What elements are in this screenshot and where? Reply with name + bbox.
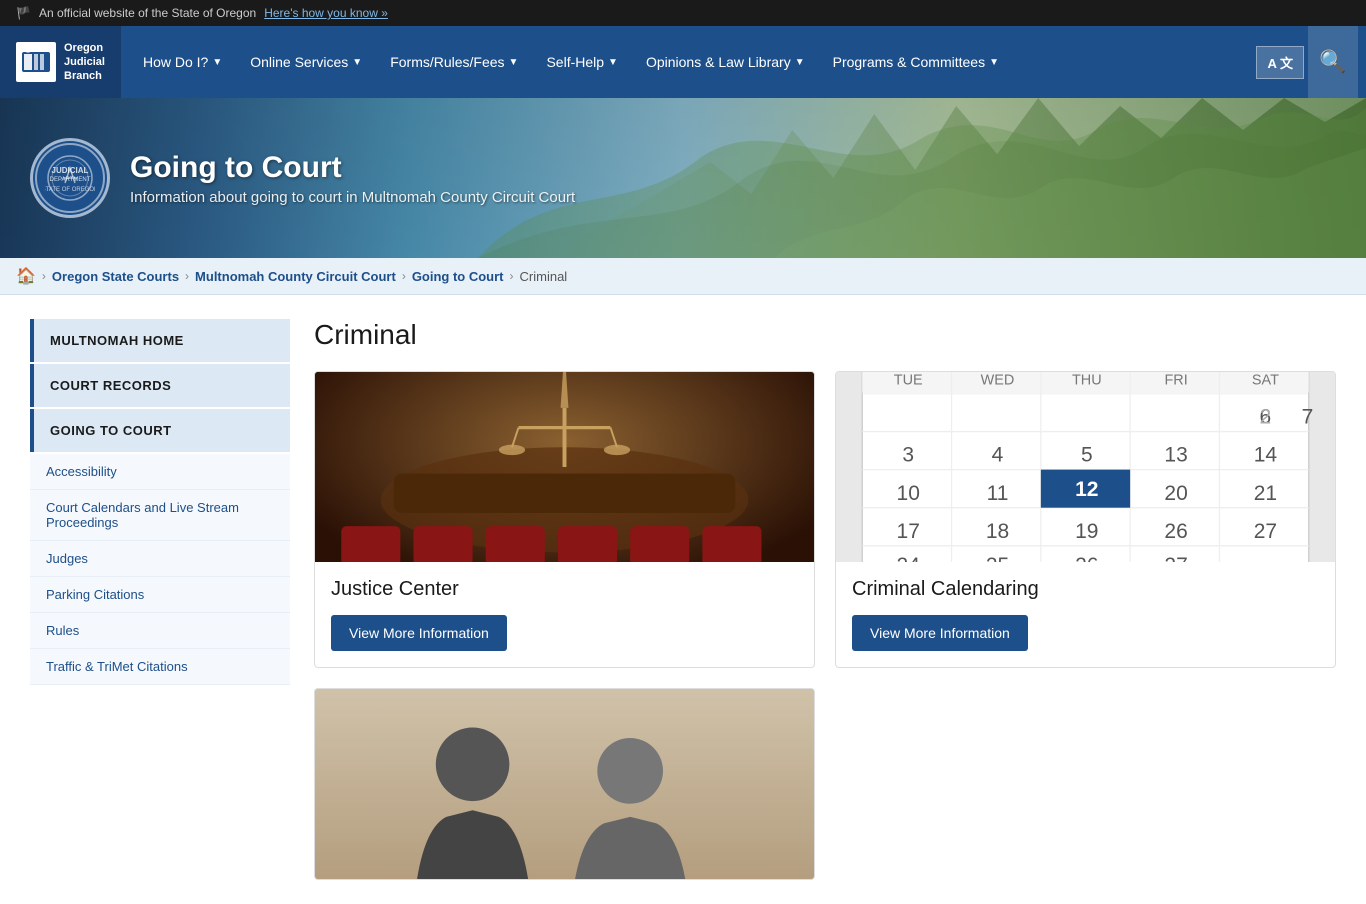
hero-title: Going to Court [130, 151, 575, 185]
chevron-down-icon: ▼ [795, 57, 805, 68]
svg-text:7: 7 [1302, 406, 1314, 429]
breadcrumb-multnomah[interactable]: Multnomah County Circuit Court [195, 269, 396, 284]
justice-center-btn[interactable]: View More Information [331, 615, 507, 651]
svg-text:WED: WED [981, 372, 1015, 388]
logo-area[interactable]: Oregon Judicial Branch [0, 26, 121, 98]
justice-center-title: Justice Center [331, 578, 798, 601]
search-icon: 🔍 [1319, 49, 1346, 75]
nav-online-services[interactable]: Online Services ▼ [236, 26, 376, 98]
nav-forms[interactable]: Forms/Rules/Fees ▼ [376, 26, 532, 98]
sidebar-rules[interactable]: Rules [30, 613, 290, 649]
chevron-down-icon: ▼ [212, 57, 222, 68]
svg-text:26: 26 [1075, 554, 1098, 562]
breadcrumb-sep-2: › [402, 269, 406, 283]
svg-text:13: 13 [1164, 444, 1187, 467]
svg-text:TUE: TUE [894, 372, 923, 388]
sidebar-traffic-trimet[interactable]: Traffic & TriMet Citations [30, 649, 290, 685]
justice-center-body: Justice Center View More Information [315, 562, 814, 667]
nav-opinions[interactable]: Opinions & Law Library ▼ [632, 26, 819, 98]
svg-text:THU: THU [1072, 372, 1102, 388]
logo-text: Oregon Judicial Branch [64, 41, 105, 84]
svg-text:14: 14 [1254, 444, 1278, 467]
svg-text:27: 27 [1164, 554, 1187, 562]
hero-subtitle: Information about going to court in Mult… [130, 189, 575, 206]
official-text: An official website of the State of Oreg… [39, 6, 256, 20]
svg-text:STATE OF OREGON: STATE OF OREGON [45, 187, 95, 193]
svg-text:21: 21 [1254, 482, 1277, 505]
cards-area: Criminal [314, 319, 1336, 880]
hero-banner: JUDICIAL DEPARTMENT STATE OF OREGON Goin… [0, 98, 1366, 258]
sidebar-judges[interactable]: Judges [30, 541, 290, 577]
nav-programs[interactable]: Programs & Committees ▼ [819, 26, 1013, 98]
nav-how-do-i[interactable]: How Do I? ▼ [129, 26, 236, 98]
breadcrumb: 🏠 › Oregon State Courts › Multnomah Coun… [0, 258, 1366, 295]
breadcrumb-sep-3: › [510, 269, 514, 283]
breadcrumb-current: Criminal [520, 269, 568, 284]
svg-text:12: 12 [1075, 478, 1098, 501]
justice-center-card: Justice Center View More Information [314, 371, 815, 668]
breadcrumb-going-to-court[interactable]: Going to Court [412, 269, 504, 284]
sidebar-court-records[interactable]: COURT RECORDS [30, 364, 290, 407]
justice-center-image [315, 372, 814, 562]
sidebar-court-calendars[interactable]: Court Calendars and Live Stream Proceedi… [30, 490, 290, 541]
svg-text:25: 25 [986, 554, 1009, 562]
svg-text:17: 17 [897, 520, 920, 543]
chevron-down-icon: ▼ [352, 57, 362, 68]
chevron-down-icon: ▼ [608, 57, 618, 68]
sidebar-going-to-court: GOING TO COURT [30, 409, 290, 452]
svg-text:5: 5 [1081, 444, 1093, 467]
svg-text:3: 3 [902, 444, 914, 467]
search-button[interactable]: 🔍 [1308, 26, 1358, 98]
translate-button[interactable]: A 文 [1256, 46, 1304, 79]
svg-text:19: 19 [1075, 520, 1098, 543]
criminal-calendaring-title: Criminal Calendaring [852, 578, 1319, 601]
how-you-know-link[interactable]: Here's how you know » [264, 6, 388, 20]
breadcrumb-sep-1: › [185, 269, 189, 283]
card3 [314, 688, 815, 880]
svg-text:26: 26 [1164, 520, 1187, 543]
svg-text:SAT: SAT [1252, 372, 1279, 388]
page-title: Criminal [314, 319, 1336, 351]
nav-items: How Do I? ▼ Online Services ▼ Forms/Rule… [121, 26, 1249, 98]
breadcrumb-oregon-courts[interactable]: Oregon State Courts [52, 269, 179, 284]
sidebar-multnomah-home[interactable]: MULTNOMAH HOME [30, 319, 290, 362]
chevron-down-icon: ▼ [989, 57, 999, 68]
svg-text:4: 4 [992, 444, 1004, 467]
main-nav: Oregon Judicial Branch How Do I? ▼ Onlin… [0, 26, 1366, 98]
svg-text:27: 27 [1254, 520, 1277, 543]
chevron-down-icon: ▼ [509, 57, 519, 68]
main-content: MULTNOMAH HOME COURT RECORDS GOING TO CO… [0, 295, 1366, 904]
criminal-calendaring-image: TUE WED THU FRI SAT [836, 372, 1335, 562]
svg-text:20: 20 [1164, 482, 1187, 505]
home-icon[interactable]: 🏠 [16, 266, 36, 286]
navbar-actions: A 文 🔍 [1248, 26, 1366, 98]
svg-text:2: 2 [1260, 406, 1272, 429]
cards-grid: Justice Center View More Information TUE [314, 371, 1336, 880]
court-seal: JUDICIAL DEPARTMENT STATE OF OREGON [30, 138, 110, 218]
svg-text:18: 18 [986, 520, 1009, 543]
flag-icon: 🏴 [16, 6, 31, 20]
hero-text: Going to Court Information about going t… [130, 151, 575, 206]
criminal-calendaring-btn[interactable]: View More Information [852, 615, 1028, 651]
sidebar-accessibility[interactable]: Accessibility [30, 454, 290, 490]
sidebar: MULTNOMAH HOME COURT RECORDS GOING TO CO… [30, 319, 290, 880]
criminal-calendaring-card: TUE WED THU FRI SAT [835, 371, 1336, 668]
criminal-calendaring-body: Criminal Calendaring View More Informati… [836, 562, 1335, 667]
logo-icon [16, 42, 56, 82]
nav-self-help[interactable]: Self-Help ▼ [532, 26, 632, 98]
breadcrumb-sep-0: › [42, 269, 46, 283]
sidebar-parking-citations[interactable]: Parking Citations [30, 577, 290, 613]
svg-text:24: 24 [897, 554, 921, 562]
top-banner: 🏴 An official website of the State of Or… [0, 0, 1366, 26]
svg-text:10: 10 [897, 482, 920, 505]
svg-text:11: 11 [987, 482, 1009, 505]
svg-text:FRI: FRI [1164, 372, 1187, 388]
